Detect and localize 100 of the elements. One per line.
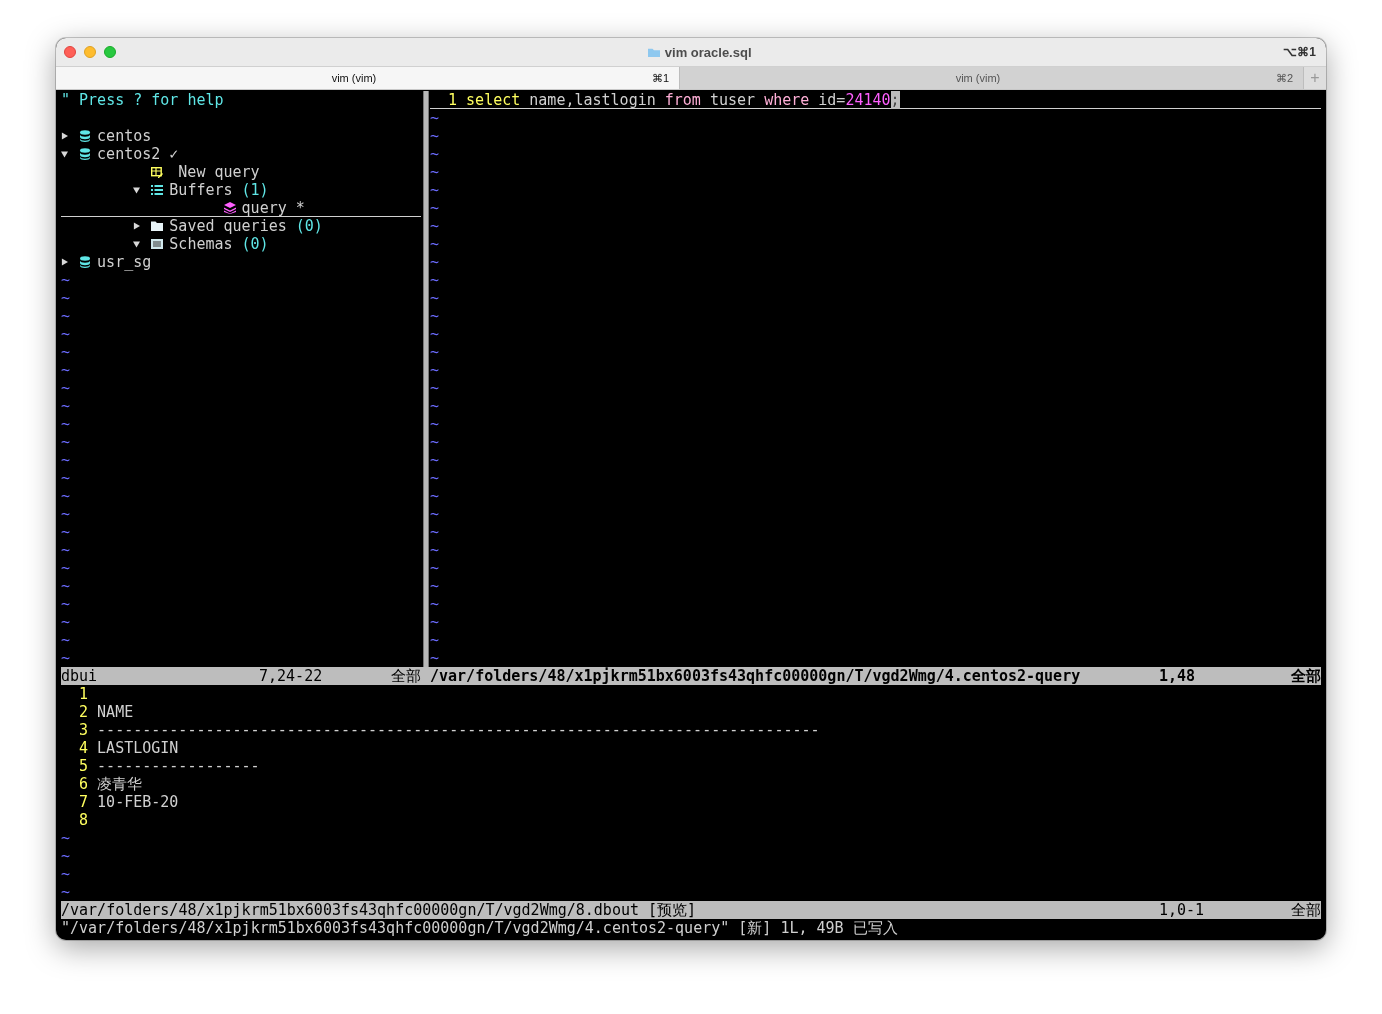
empty-line-marker: ~: [61, 865, 71, 883]
marker-text: ✓: [169, 145, 179, 163]
empty-line-marker: ~: [61, 595, 71, 613]
status-text: dbui: [61, 667, 99, 685]
empty-line-marker: ~: [430, 199, 440, 217]
tree-label: centos2: [97, 145, 161, 163]
empty-line-marker: ~: [61, 469, 71, 487]
count-text: (1): [241, 181, 269, 199]
tree-item[interactable]: Schemas (0): [61, 235, 421, 253]
zoom-button[interactable]: [104, 46, 116, 58]
output-line: ------------------: [97, 757, 260, 775]
line-number: 3: [78, 721, 89, 739]
empty-line-marker: ~: [430, 253, 440, 271]
window-title: vim oracle.sql: [664, 44, 752, 60]
file-path: /var/folders/48/x1pjkrm51bx6003fs43qhfc00000gn/T/vgd2Wmg/8.dbout [预览]: [61, 901, 698, 919]
empty-line-marker: ~: [61, 487, 71, 505]
marker-text: *: [295, 199, 305, 217]
empty-line-marker: ~: [430, 289, 440, 307]
tree-label: centos: [97, 127, 152, 145]
empty-line-marker: ~: [430, 307, 440, 325]
tree-item[interactable]: New query: [61, 163, 421, 181]
line-number: 2: [78, 703, 89, 721]
cursor-position: 1,0-1: [1159, 901, 1206, 919]
close-button[interactable]: [64, 46, 76, 58]
empty-line-marker: ~: [430, 541, 440, 559]
tree-item-selected[interactable]: query *: [61, 199, 421, 217]
code-line: select name,lastlogin from tuser where id=24140;: [466, 91, 900, 109]
empty-line-marker: ~: [61, 289, 71, 307]
empty-line-marker: ~: [430, 325, 440, 343]
empty-line-marker: ~: [430, 649, 440, 667]
cursor-position: 1,48: [1159, 667, 1197, 685]
shortcut-label: ⌘1: [651, 71, 670, 85]
tree-item[interactable]: centos: [61, 127, 421, 145]
tree-label: query: [241, 199, 287, 217]
empty-line-marker: ~: [430, 145, 440, 163]
empty-line-marker: ~: [430, 271, 440, 289]
command-line-message: "/var/folders/48/x1pjkrm51bx6003fs43qhfc00000gn/T/vgd2Wmg/4.centos2-query" [新] 1L, 49B 已写入: [61, 919, 898, 937]
scroll-position: 全部: [390, 667, 421, 685]
empty-line-marker: ~: [430, 163, 440, 181]
empty-line-marker: ~: [430, 235, 440, 253]
empty-line-marker: ~: [61, 559, 71, 577]
empty-line-marker: ~: [61, 397, 71, 415]
tree-label: Schemas: [169, 235, 233, 253]
line-number: 6: [78, 775, 89, 793]
database-icon: [79, 148, 92, 160]
line-number: 7: [78, 793, 89, 811]
database-icon: [79, 256, 92, 268]
line-number: 1: [78, 685, 89, 703]
empty-line-marker: ~: [430, 397, 440, 415]
tree-label: Buffers: [169, 181, 233, 199]
folder-icon: [647, 46, 660, 58]
empty-line-marker: ~: [430, 343, 440, 361]
list-icon: [151, 184, 164, 196]
tree-item[interactable]: Buffers (1): [61, 181, 421, 199]
empty-line-marker: ~: [61, 379, 71, 397]
empty-line-marker: ~: [61, 307, 71, 325]
empty-line-marker: ~: [61, 361, 71, 379]
tree-item[interactable]: centos2 ✓: [61, 145, 421, 163]
empty-line-marker: ~: [61, 505, 71, 523]
tab[interactable]: vim (vim) ⌘1: [56, 67, 680, 89]
empty-line-marker: ~: [61, 523, 71, 541]
empty-line-marker: ~: [61, 415, 71, 433]
folder-icon: [151, 220, 164, 232]
empty-line-marker: ~: [430, 469, 440, 487]
tab[interactable]: vim (vim) ⌘2: [680, 67, 1304, 89]
empty-line-marker: ~: [61, 649, 71, 667]
tree-label: New query: [178, 163, 260, 181]
empty-line-marker: ~: [61, 541, 71, 559]
empty-line-marker: ~: [430, 451, 440, 469]
empty-line-marker: ~: [430, 415, 440, 433]
empty-line-marker: ~: [61, 577, 71, 595]
empty-line-marker: ~: [61, 433, 71, 451]
empty-line-marker: ~: [61, 271, 71, 289]
output-line: --------------------------------------------------------------------------------: [97, 721, 820, 739]
empty-line-marker: ~: [430, 361, 440, 379]
output-line: 凌青华: [97, 775, 143, 793]
minimize-button[interactable]: [84, 46, 96, 58]
empty-line-marker: ~: [430, 631, 440, 649]
empty-line-marker: ~: [61, 829, 71, 847]
output-line: LASTLOGIN: [97, 739, 179, 757]
line-number: 8: [78, 811, 89, 829]
empty-line-marker: ~: [430, 379, 440, 397]
empty-line-marker: ~: [430, 109, 440, 127]
empty-line-marker: ~: [430, 559, 440, 577]
empty-line-marker: ~: [430, 577, 440, 595]
tree-item[interactable]: Saved queries (0): [61, 217, 421, 235]
empty-line-marker: ~: [61, 325, 71, 343]
tree-label: usr_sg: [97, 253, 152, 271]
table-pencil-icon: [151, 166, 164, 178]
empty-line-marker: ~: [430, 595, 440, 613]
count-text: (0): [295, 217, 323, 235]
output-line: NAME: [97, 703, 134, 721]
empty-line-marker: ~: [61, 451, 71, 469]
empty-line-marker: ~: [430, 127, 440, 145]
file-path: /var/folders/48/x1pjkrm51bx6003fs43qhfc00000gn/T/vgd2Wmg/4.centos2-query: [430, 667, 1082, 685]
empty-line-marker: ~: [61, 883, 71, 901]
tree-item[interactable]: usr_sg: [61, 253, 421, 271]
layers-icon: [223, 202, 236, 214]
tab-label: vim (vim): [330, 72, 378, 84]
table-icon: [151, 238, 164, 250]
